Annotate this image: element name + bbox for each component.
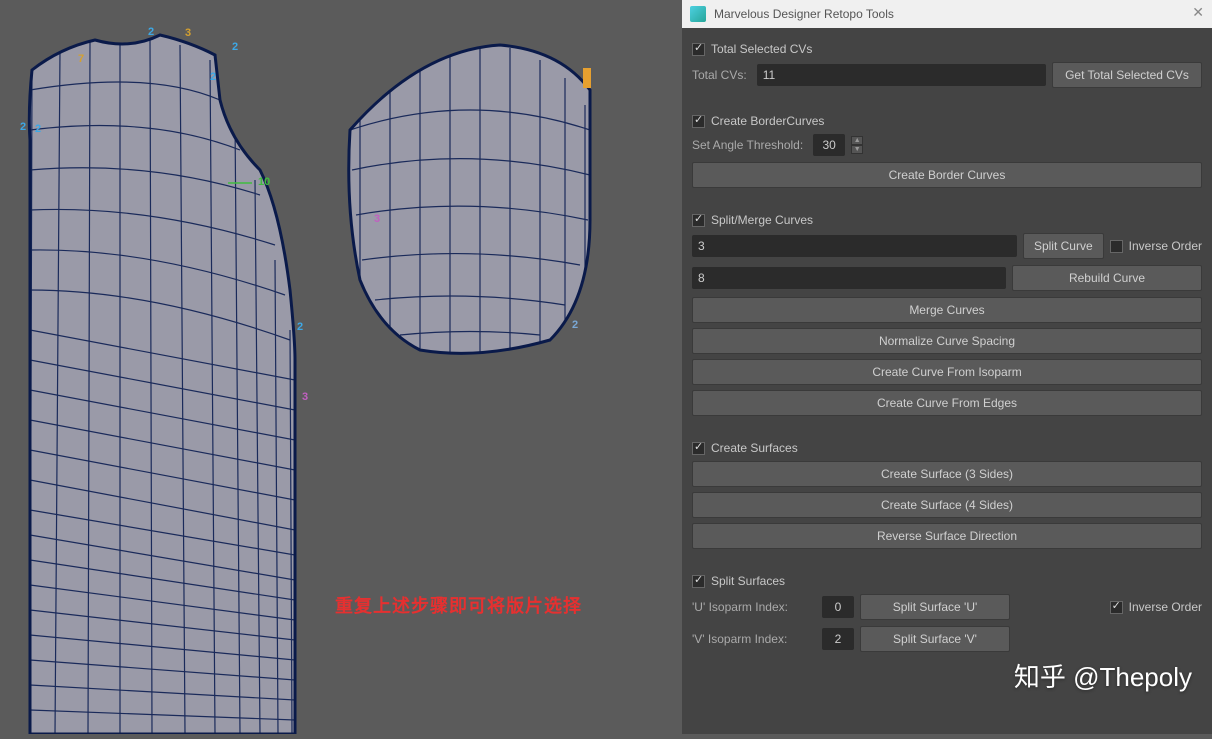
vp-label-2a: 2: [148, 26, 154, 38]
inverse-order-surf-label: Inverse Order: [1129, 600, 1202, 614]
split-curve-input[interactable]: [692, 235, 1017, 257]
angle-spinner[interactable]: ▲▼: [851, 136, 863, 154]
split-surface-u-button[interactable]: Split Surface 'U': [860, 594, 1010, 620]
rebuild-curve-button[interactable]: Rebuild Curve: [1012, 265, 1202, 291]
overlay-instruction: 重复上述步骤即可将版片选择: [335, 592, 582, 618]
create-surface-3-button[interactable]: Create Surface (3 Sides): [692, 461, 1202, 487]
watermark: 知乎 @Thepoly: [1014, 657, 1192, 694]
border-curves-label: Create BorderCurves: [711, 114, 824, 128]
vp-label-2g: 2: [572, 319, 578, 331]
u-isoparm-input[interactable]: [822, 596, 854, 618]
v-isoparm-label: 'V' Isoparm Index:: [692, 632, 812, 646]
split-surfaces-label: Split Surfaces: [711, 574, 785, 588]
total-cvs-field-label: Total CVs:: [692, 68, 747, 82]
vp-label-2b: 2: [232, 41, 238, 53]
rebuild-curve-input[interactable]: [692, 267, 1006, 289]
vp-label-3c: 3: [374, 213, 380, 225]
u-isoparm-label: 'U' Isoparm Index:: [692, 600, 812, 614]
merge-curves-button[interactable]: Merge Curves: [692, 297, 1202, 323]
split-merge-label: Split/Merge Curves: [711, 213, 813, 227]
split-surfaces-checkbox[interactable]: [692, 575, 705, 588]
angle-threshold-label: Set Angle Threshold:: [692, 138, 803, 152]
vp-label-3: 3: [185, 27, 191, 39]
inverse-order-label: Inverse Order: [1129, 239, 1202, 253]
retopo-tools-panel: Marvelous Designer Retopo Tools ✕ Total …: [682, 0, 1212, 734]
close-icon[interactable]: ✕: [1192, 4, 1204, 21]
normalize-spacing-button[interactable]: Normalize Curve Spacing: [692, 328, 1202, 354]
window-title: Marvelous Designer Retopo Tools: [714, 7, 894, 21]
vp-label-2c: 2: [210, 71, 216, 83]
vp-label-3b: 3: [302, 391, 308, 403]
total-cvs-label: Total Selected CVs: [711, 42, 812, 56]
3d-viewport[interactable]: 7 2 3 2 2 10 2 2 2 3 2 3: [0, 0, 680, 734]
create-surfaces-label: Create Surfaces: [711, 441, 798, 455]
vp-label-2e: 2: [35, 123, 41, 135]
reverse-surface-button[interactable]: Reverse Surface Direction: [692, 523, 1202, 549]
total-cvs-input[interactable]: [757, 64, 1046, 86]
get-total-cvs-button[interactable]: Get Total Selected CVs: [1052, 62, 1202, 88]
vp-label-2f: 2: [297, 321, 303, 333]
border-curves-checkbox[interactable]: [692, 115, 705, 128]
vp-label-10: 10: [258, 176, 270, 188]
vp-label-7: 7: [78, 53, 84, 65]
curve-from-edges-button[interactable]: Create Curve From Edges: [692, 390, 1202, 416]
create-border-curves-button[interactable]: Create Border Curves: [692, 162, 1202, 188]
curve-from-isoparm-button[interactable]: Create Curve From Isoparm: [692, 359, 1202, 385]
v-isoparm-input[interactable]: [822, 628, 854, 650]
total-cvs-checkbox[interactable]: [692, 43, 705, 56]
create-surfaces-checkbox[interactable]: [692, 442, 705, 455]
create-surface-4-button[interactable]: Create Surface (4 Sides): [692, 492, 1202, 518]
vp-label-2d: 2: [20, 121, 26, 133]
split-surface-v-button[interactable]: Split Surface 'V': [860, 626, 1010, 652]
angle-threshold-input[interactable]: [813, 134, 845, 156]
inverse-order-checkbox[interactable]: [1110, 240, 1123, 253]
window-titlebar[interactable]: Marvelous Designer Retopo Tools ✕: [682, 0, 1212, 28]
inverse-order-surf-checkbox[interactable]: [1110, 601, 1123, 614]
split-curve-button[interactable]: Split Curve: [1023, 233, 1104, 259]
app-logo-icon: [690, 6, 706, 22]
split-merge-checkbox[interactable]: [692, 214, 705, 227]
